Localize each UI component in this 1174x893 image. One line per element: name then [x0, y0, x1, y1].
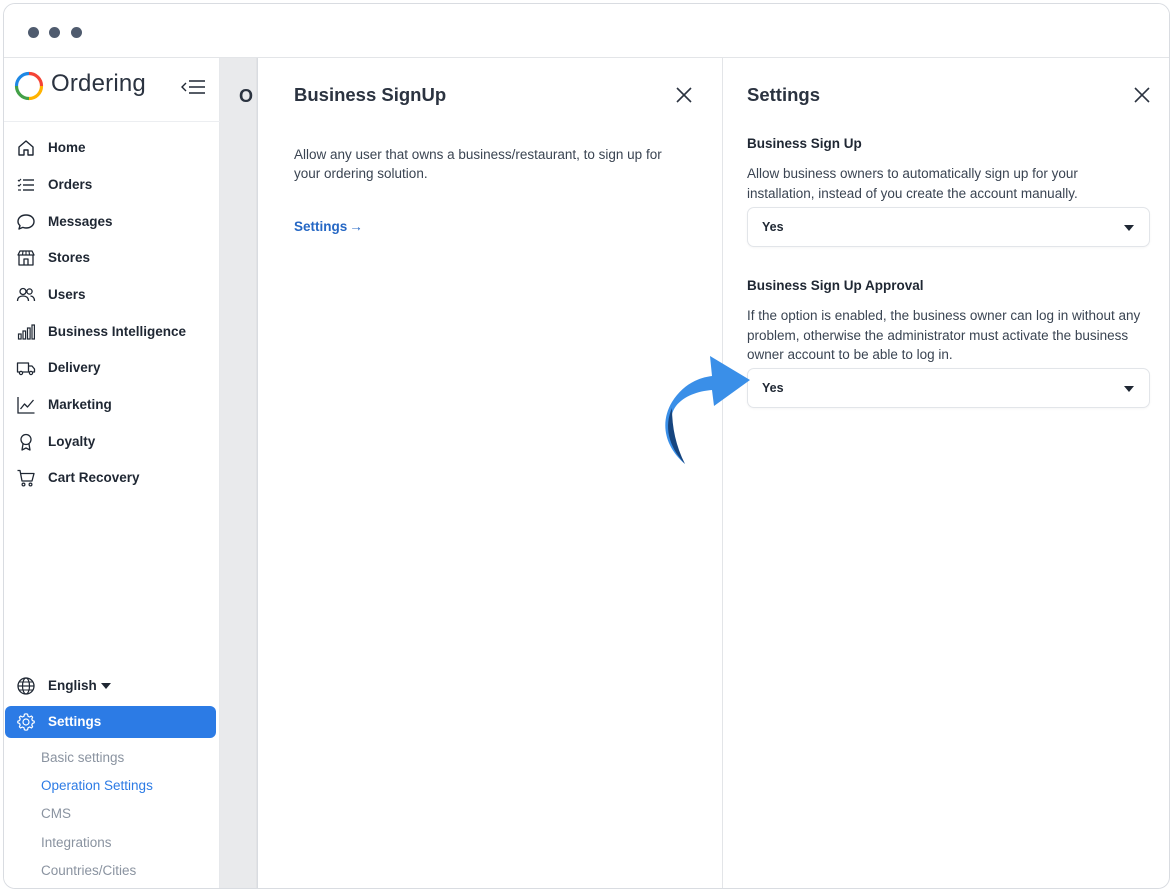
line-chart-icon [17, 397, 35, 414]
close-icon[interactable] [1133, 86, 1151, 104]
app-window: O Ordering Home Orders Messages Stores U… [3, 3, 1170, 889]
sidebar-item-stores[interactable]: Stores [4, 240, 220, 276]
sidebar-item-home[interactable]: Home [4, 130, 220, 166]
submenu-countries-cities[interactable]: Countries/Cities [41, 863, 136, 878]
gear-icon [17, 713, 35, 731]
panel-title: Settings [747, 84, 820, 105]
sidebar-item-label: Home [48, 140, 86, 155]
select-value: Yes [762, 220, 784, 234]
language-selector[interactable]: English [4, 670, 220, 702]
sidebar-item-users[interactable]: Users [4, 277, 220, 313]
logo-row: Ordering [4, 58, 220, 122]
sidebar-item-label: Marketing [48, 397, 112, 412]
business-sign-up-select[interactable]: Yes [747, 207, 1150, 247]
sidebar-item-settings[interactable]: Settings [5, 706, 216, 738]
arrow-right-icon: → [349, 219, 363, 234]
submenu-integrations[interactable]: Integrations [41, 835, 112, 850]
truck-icon [16, 362, 36, 376]
business-sign-up-title: Business Sign Up [747, 136, 862, 151]
sidebar-item-label: Messages [48, 214, 113, 229]
award-icon [20, 433, 32, 451]
business-sign-up-approval-select[interactable]: Yes [747, 368, 1150, 408]
caret-down-icon [101, 683, 111, 689]
submenu-operation-settings[interactable]: Operation Settings [41, 778, 153, 793]
sidebar-item-delivery[interactable]: Delivery [4, 350, 220, 386]
store-icon [17, 250, 35, 266]
cart-icon [17, 469, 35, 487]
sidebar-item-label: Users [48, 287, 86, 302]
collapse-sidebar-icon[interactable] [180, 76, 206, 98]
background-page-title: O [239, 86, 254, 106]
business-sign-up-approval-title: Business Sign Up Approval [747, 278, 924, 293]
settings-label: Settings [48, 714, 102, 729]
globe-icon [17, 677, 35, 695]
caret-down-icon [1124, 386, 1134, 392]
settings-panel: Settings Business Sign Up Allow business… [722, 58, 1169, 888]
sidebar-item-label: Delivery [48, 360, 101, 375]
window-dot-1[interactable] [28, 27, 39, 38]
close-icon[interactable] [675, 86, 693, 104]
home-icon [18, 140, 34, 156]
app-name: Ordering [51, 70, 146, 97]
business-sign-up-approval-description: If the option is enabled, the business o… [747, 308, 1141, 362]
settings-link[interactable]: Settings → [294, 219, 363, 234]
window-dot-3[interactable] [71, 27, 82, 38]
sidebar-item-label: Loyalty [48, 434, 96, 449]
window-dot-2[interactable] [49, 27, 60, 38]
sidebar-item-label: Orders [48, 177, 93, 192]
bar-chart-icon [17, 324, 36, 340]
panel-description: Allow any user that owns a business/rest… [294, 147, 662, 181]
sidebar-item-label: Business Intelligence [48, 324, 187, 339]
caret-down-icon [1124, 225, 1134, 231]
business-sign-up-description: Allow business owners to automatically s… [747, 166, 1078, 201]
chat-bubble-icon [17, 214, 35, 230]
sidebar-item-label: Cart Recovery [48, 470, 140, 485]
business-signup-panel: Business SignUp Allow any user that owns… [257, 58, 722, 888]
sidebar-item-loyalty[interactable]: Loyalty [4, 424, 220, 460]
language-label: English [48, 678, 97, 693]
users-icon [16, 287, 36, 302]
select-value: Yes [762, 381, 784, 395]
sidebar-item-label: Stores [48, 250, 91, 265]
sidebar: Ordering Home Orders Messages Stores Use… [4, 58, 220, 888]
ordering-logo-icon [14, 71, 44, 101]
orders-list-icon [17, 178, 34, 191]
panel-title: Business SignUp [294, 84, 447, 105]
settings-link-label: Settings [294, 219, 348, 234]
curved-arrow-icon [665, 356, 750, 464]
sidebar-item-messages[interactable]: Messages [4, 204, 220, 240]
sidebar-item-cart-recovery[interactable]: Cart Recovery [4, 460, 220, 496]
window-titlebar [4, 4, 1169, 58]
submenu-cms[interactable]: CMS [41, 806, 71, 821]
sidebar-item-orders[interactable]: Orders [4, 167, 220, 203]
sidebar-item-business-intelligence[interactable]: Business Intelligence [4, 314, 220, 350]
sidebar-item-marketing[interactable]: Marketing [4, 387, 220, 423]
submenu-basic-settings[interactable]: Basic settings [41, 750, 124, 765]
